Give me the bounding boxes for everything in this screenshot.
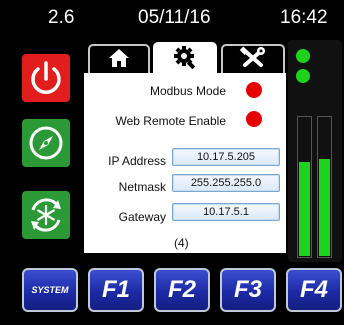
meter-bar-right bbox=[317, 116, 332, 258]
gear-icon bbox=[172, 44, 198, 75]
meter-bar-left bbox=[297, 116, 312, 258]
home-icon bbox=[108, 48, 130, 73]
defrost-button[interactable] bbox=[22, 191, 70, 239]
netmask-label: Netmask bbox=[118, 180, 166, 194]
settings-panel: Modbus Mode Web Remote Enable IP Address… bbox=[84, 73, 286, 253]
page-indicator: (4) bbox=[174, 236, 189, 250]
web-remote-indicator[interactable] bbox=[246, 111, 262, 127]
tab-settings[interactable] bbox=[153, 42, 217, 74]
meter-status-dot-2 bbox=[296, 69, 310, 83]
f4-key[interactable]: F4 bbox=[286, 268, 342, 312]
f3-key[interactable]: F3 bbox=[220, 268, 276, 312]
f3-key-label: F3 bbox=[233, 276, 262, 303]
compass-button[interactable] bbox=[22, 119, 70, 167]
system-key[interactable]: SYSTEM bbox=[22, 268, 78, 312]
compass-icon bbox=[26, 123, 66, 163]
gateway-field[interactable]: 10.17.5.1 bbox=[172, 203, 280, 221]
f1-key-label: F1 bbox=[101, 276, 130, 303]
power-button[interactable] bbox=[22, 54, 70, 102]
f2-key[interactable]: F2 bbox=[154, 268, 210, 312]
snowflake-cycle-icon bbox=[25, 194, 67, 236]
tab-home[interactable] bbox=[88, 44, 150, 74]
modbus-mode-label: Modbus Mode bbox=[149, 84, 226, 98]
f4-key-label: F4 bbox=[299, 276, 328, 303]
status-date: 05/11/16 bbox=[138, 7, 211, 28]
meter-status-dot-1 bbox=[296, 49, 310, 63]
status-time: 16:42 bbox=[280, 7, 328, 28]
system-key-label: SYSTEM bbox=[31, 285, 69, 295]
ip-address-label: IP Address bbox=[108, 154, 166, 168]
meter-bar-right-fill bbox=[319, 159, 330, 256]
status-left-value: 2.6 bbox=[48, 7, 75, 28]
tab-tools[interactable] bbox=[221, 44, 285, 74]
power-icon bbox=[26, 58, 66, 98]
gateway-label: Gateway bbox=[118, 210, 166, 224]
f1-key[interactable]: F1 bbox=[88, 268, 144, 312]
f2-key-label: F2 bbox=[167, 276, 196, 303]
modbus-mode-indicator[interactable] bbox=[246, 82, 262, 98]
ip-address-field[interactable]: 10.17.5.205 bbox=[172, 148, 280, 166]
tools-icon bbox=[239, 45, 267, 75]
web-remote-label: Web Remote Enable bbox=[115, 114, 226, 128]
meter-bar-left-fill bbox=[299, 162, 310, 256]
netmask-field[interactable]: 255.255.255.0 bbox=[172, 174, 280, 192]
